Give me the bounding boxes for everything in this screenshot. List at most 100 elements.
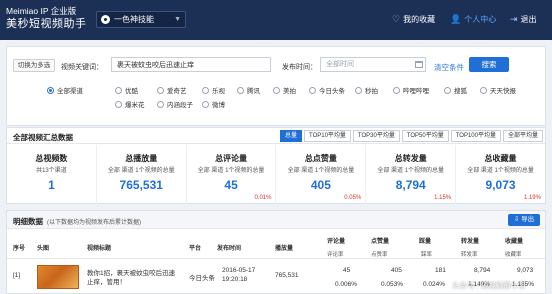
stat-value: 9,073 — [485, 178, 516, 192]
summary-title: 全部视频汇总数据 — [13, 133, 73, 142]
col-shares[interactable]: 转发量 — [461, 236, 479, 245]
stat-subtitle: 全部 渠道 1个视频的总量 — [107, 168, 175, 174]
skill-dropdown[interactable]: 一色神技能 ▼ — [96, 11, 186, 28]
logout-icon: ⇥ — [510, 14, 518, 24]
channel-option[interactable]: 微博 — [202, 99, 225, 109]
channel-option[interactable]: 爱奇艺 — [157, 85, 187, 95]
date-input[interactable] — [320, 57, 426, 72]
channel-option[interactable]: 今日头条 — [309, 85, 345, 95]
row-favorites: 9,073 — [517, 267, 534, 274]
radio-icon — [237, 86, 244, 94]
stat-total-videos: 总视频数 共13个渠道 1 — [7, 145, 97, 204]
channel-option[interactable]: 内涵段子 — [157, 99, 193, 109]
row-date: 2016-05-17 — [222, 267, 256, 274]
stat-title: 总收藏量 — [484, 154, 517, 163]
tab-top30[interactable]: TOP30平均量 — [352, 130, 400, 142]
radio-icon — [444, 86, 451, 94]
channel-option[interactable]: 哔哩哔哩 — [393, 85, 429, 95]
tab-top10[interactable]: TOP10平均量 — [304, 130, 351, 142]
radio-icon — [47, 86, 54, 94]
col-share-rate[interactable]: 转发率 — [461, 250, 478, 258]
chevron-down-icon: ▼ — [174, 16, 181, 23]
video-title-line2[interactable]: 止痒，管用！ — [87, 276, 126, 286]
col-comment-rate[interactable]: 评论率 — [327, 250, 344, 258]
col-platform: 平台 — [189, 246, 202, 252]
channel-option[interactable]: 乐视 — [202, 85, 225, 95]
stat-total-shares: 总转发量 全部 渠道 1个视频的总量 8,794 1.15% — [366, 145, 457, 204]
radio-icon — [309, 86, 316, 94]
favorites-button[interactable]: ♡ 我的收藏 — [392, 14, 435, 25]
skill-label: 一色神技能 — [114, 15, 154, 24]
stat-subtitle: 全部 渠道 1个视频的总量 — [377, 168, 445, 174]
channel-option[interactable]: 全部渠道 — [47, 85, 83, 95]
col-favorites[interactable]: 收藏量 — [505, 236, 523, 245]
stat-total-plays: 总播放量 全部 渠道 1个视频的总量 765,531 — [97, 145, 187, 204]
stat-value: 1 — [48, 178, 55, 192]
col-comments[interactable]: 评论量 — [327, 236, 345, 245]
channel-option[interactable]: 腾讯 — [237, 85, 260, 95]
date-label: 发布时间： — [282, 64, 317, 71]
radio-icon — [355, 86, 362, 94]
search-button[interactable]: 搜索 — [469, 57, 509, 72]
detail-title: 明细数据 — [13, 217, 43, 226]
multi-select-toggle[interactable]: 切换为多选 — [13, 59, 55, 72]
stat-value: 8,794 — [395, 178, 426, 192]
stat-title: 总视频数 — [35, 154, 68, 163]
keyword-label: 视频关键词： — [61, 64, 103, 71]
stat-title: 总转发量 — [394, 154, 427, 163]
row-platform: 今日头条 — [189, 275, 215, 282]
channel-option[interactable]: 优酷 — [115, 85, 138, 95]
tab-top100[interactable]: TOP100平均量 — [450, 130, 501, 142]
channel-option[interactable]: 美拍 — [273, 85, 296, 95]
channel-option[interactable]: 爆米花 — [115, 99, 145, 109]
stat-value: 45 — [224, 178, 238, 192]
col-date: 发布时间 — [217, 246, 242, 252]
radio-icon — [157, 86, 164, 94]
stat-percent: 1.19% — [523, 195, 541, 201]
col-title: 视频标题 — [87, 246, 112, 252]
channel-option[interactable]: 搜狐 — [444, 85, 467, 95]
row-plays: 765,531 — [275, 272, 299, 279]
stat-subtitle: 全部 渠道 1个视频的总量 — [467, 168, 534, 174]
stat-value: 405 — [310, 178, 331, 192]
stat-total-likes: 总点赞量 全部 渠道 1个视频的总量 405 0.05% — [276, 145, 367, 204]
col-thumbnail: 头图 — [37, 246, 50, 252]
col-plays[interactable]: 播放量 — [275, 243, 293, 252]
stat-title: 总评论量 — [215, 154, 248, 163]
col-dislike-rate[interactable]: 踩率 — [421, 250, 432, 258]
col-like-rate[interactable]: 点赞率 — [371, 250, 388, 258]
col-fav-rate[interactable]: 收藏率 — [505, 250, 522, 258]
calendar-icon[interactable] — [415, 61, 423, 68]
video-thumbnail[interactable] — [37, 265, 79, 289]
export-icon: ⇩ — [513, 216, 520, 223]
detail-note: (以下数据均为视频发布后累计数据) — [47, 220, 141, 226]
summary-panel: 全部视频汇总数据 总量 TOP10平均量 TOP30平均量 TOP50平均量 T… — [6, 127, 546, 204]
tab-total[interactable]: 总量 — [280, 130, 303, 142]
radio-icon — [393, 86, 400, 94]
logout-button[interactable]: ⇥ 退出 — [510, 14, 537, 25]
clear-conditions-link[interactable]: 清空条件 — [434, 62, 464, 73]
row-like-rate: 0.053% — [381, 281, 404, 288]
export-button[interactable]: ⇩ 导出 — [508, 214, 540, 226]
channel-option[interactable]: 天天快报 — [480, 85, 516, 95]
radio-icon — [273, 86, 280, 94]
user-icon: 👤 — [450, 14, 462, 24]
col-dislikes[interactable]: 踩量 — [419, 236, 431, 245]
row-comments: 45 — [343, 267, 351, 274]
radio-icon — [202, 86, 209, 94]
channel-option[interactable]: 秒拍 — [355, 85, 378, 95]
col-index: 序号 — [13, 246, 26, 252]
keyword-input[interactable] — [111, 57, 271, 72]
stat-title: 总播放量 — [125, 154, 158, 163]
brand-chinese: 美秒短视频助手 — [6, 18, 87, 30]
row-index: [1] — [13, 272, 21, 279]
col-likes[interactable]: 点赞量 — [371, 236, 389, 245]
user-center-button[interactable]: 👤 个人中心 — [450, 14, 496, 25]
tab-top50[interactable]: TOP50平均量 — [401, 130, 449, 142]
favorites-label: 我的收藏 — [403, 15, 436, 24]
stat-subtitle: 全部 渠道 1个视频的总量 — [287, 168, 355, 174]
stat-percent: 1.15% — [434, 195, 452, 201]
summary-tabs: 总量 TOP10平均量 TOP30平均量 TOP50平均量 TOP100平均量 … — [278, 130, 543, 142]
tab-all-average[interactable]: 全部平均量 — [502, 130, 543, 142]
brand-english: Meimiao IP 企业版 — [6, 6, 77, 16]
